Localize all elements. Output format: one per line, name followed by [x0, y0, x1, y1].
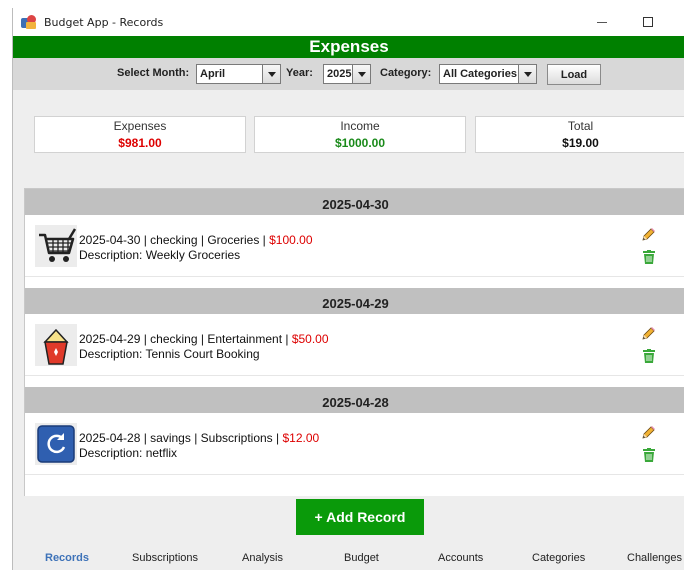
expenses-summary: Expenses $981.00 — [34, 116, 246, 153]
date-header: 2025-04-30 — [25, 189, 684, 215]
chevron-down-icon[interactable] — [352, 65, 370, 83]
month-label: Select Month: — [117, 67, 190, 79]
date-header: 2025-04-28 — [25, 387, 684, 413]
add-record-button[interactable]: + Add Record — [296, 499, 424, 535]
bottom-nav: Records Subscriptions Analysis Budget Ac… — [13, 547, 684, 570]
category-value: All Categories — [443, 68, 517, 80]
record-amount: $50.00 — [291, 332, 329, 346]
shopping-cart-icon — [35, 225, 77, 267]
income-label: Income — [340, 119, 380, 133]
record-amount: $12.00 — [282, 431, 320, 445]
category-select[interactable]: All Categories — [439, 64, 537, 84]
minimize-button[interactable] — [579, 8, 625, 36]
tab-challenges[interactable]: Challenges — [627, 552, 682, 564]
app-icon — [21, 14, 37, 30]
chevron-down-icon[interactable] — [518, 65, 536, 83]
minimize-icon — [597, 21, 607, 23]
pencil-icon[interactable] — [640, 425, 656, 441]
total-summary: Total $19.00 — [475, 116, 684, 153]
record-description: Description: Weekly Groceries — [79, 248, 241, 262]
record-description: Description: netflix — [79, 446, 178, 460]
date-header: 2025-04-29 — [25, 288, 684, 314]
popcorn-icon — [35, 324, 77, 366]
tab-subscriptions[interactable]: Subscriptions — [132, 552, 198, 564]
pencil-icon[interactable] — [640, 326, 656, 342]
income-value: $1000.00 — [334, 136, 386, 150]
record-details: 2025-04-29 | checking | Entertainment | — [79, 332, 292, 346]
record-row[interactable]: 2025-04-28 | savings | Subscriptions | $… — [25, 413, 684, 475]
record-details: 2025-04-30 | checking | Groceries | — [79, 233, 270, 247]
record-row-partial[interactable] — [25, 486, 684, 496]
year-value: 2025 — [327, 68, 352, 80]
record-group: 2025-04-28 2025-04-28 | savings | Subscr… — [25, 387, 684, 486]
record-info: 2025-04-29 | checking | Entertainment | … — [79, 332, 329, 346]
record-group: 2025-04-29 2025-04-29 | checking | Enter… — [25, 288, 684, 387]
year-label: Year: — [286, 67, 313, 79]
app-window: Budget App - Records ✕ Expenses Select M… — [12, 8, 684, 570]
tab-categories[interactable]: Categories — [532, 552, 585, 564]
category-label: Category: — [380, 67, 432, 79]
record-amount: $100.00 — [269, 233, 313, 247]
month-select[interactable]: April — [196, 64, 281, 84]
close-button[interactable]: ✕ — [667, 8, 684, 36]
record-info: 2025-04-28 | savings | Subscriptions | $… — [79, 431, 319, 445]
trash-icon[interactable] — [643, 349, 655, 363]
record-info: 2025-04-30 | checking | Groceries | $100… — [79, 233, 313, 247]
tab-budget[interactable]: Budget — [344, 552, 379, 564]
trash-icon[interactable] — [643, 250, 655, 264]
pencil-icon[interactable] — [640, 227, 656, 243]
load-button[interactable]: Load — [547, 64, 601, 85]
trash-icon[interactable] — [643, 448, 655, 462]
expenses-label: Expenses — [113, 119, 167, 133]
title-bar: Budget App - Records ✕ — [13, 8, 684, 36]
month-value: April — [200, 68, 226, 80]
tab-records[interactable]: Records — [45, 552, 89, 564]
record-details: 2025-04-28 | savings | Subscriptions | — [79, 431, 283, 445]
record-row[interactable]: 2025-04-29 | checking | Entertainment | … — [25, 314, 684, 376]
maximize-icon — [643, 17, 653, 27]
filter-bar: Select Month: April Year: 2025 Category:… — [13, 58, 684, 90]
chevron-down-icon[interactable] — [262, 65, 280, 83]
maximize-button[interactable] — [625, 8, 671, 36]
total-label: Total — [567, 119, 594, 133]
tab-accounts[interactable]: Accounts — [438, 552, 483, 564]
income-summary: Income $1000.00 — [254, 116, 466, 153]
record-description: Description: Tennis Court Booking — [79, 347, 260, 361]
record-row[interactable]: 2025-04-30 | checking | Groceries | $100… — [25, 215, 684, 277]
page-title: Expenses — [13, 36, 684, 58]
total-value: $19.00 — [562, 136, 599, 150]
record-group: 2025-04-30 2025-04-30 | checking | Groce… — [25, 189, 684, 288]
year-select[interactable]: 2025 — [323, 64, 371, 84]
refresh-icon — [35, 423, 77, 465]
window-title: Budget App - Records — [44, 15, 164, 29]
expenses-value: $981.00 — [118, 136, 162, 150]
tab-analysis[interactable]: Analysis — [242, 552, 283, 564]
records-list[interactable]: 2025-04-30 2025-04-30 | checking | Groce… — [24, 188, 684, 496]
